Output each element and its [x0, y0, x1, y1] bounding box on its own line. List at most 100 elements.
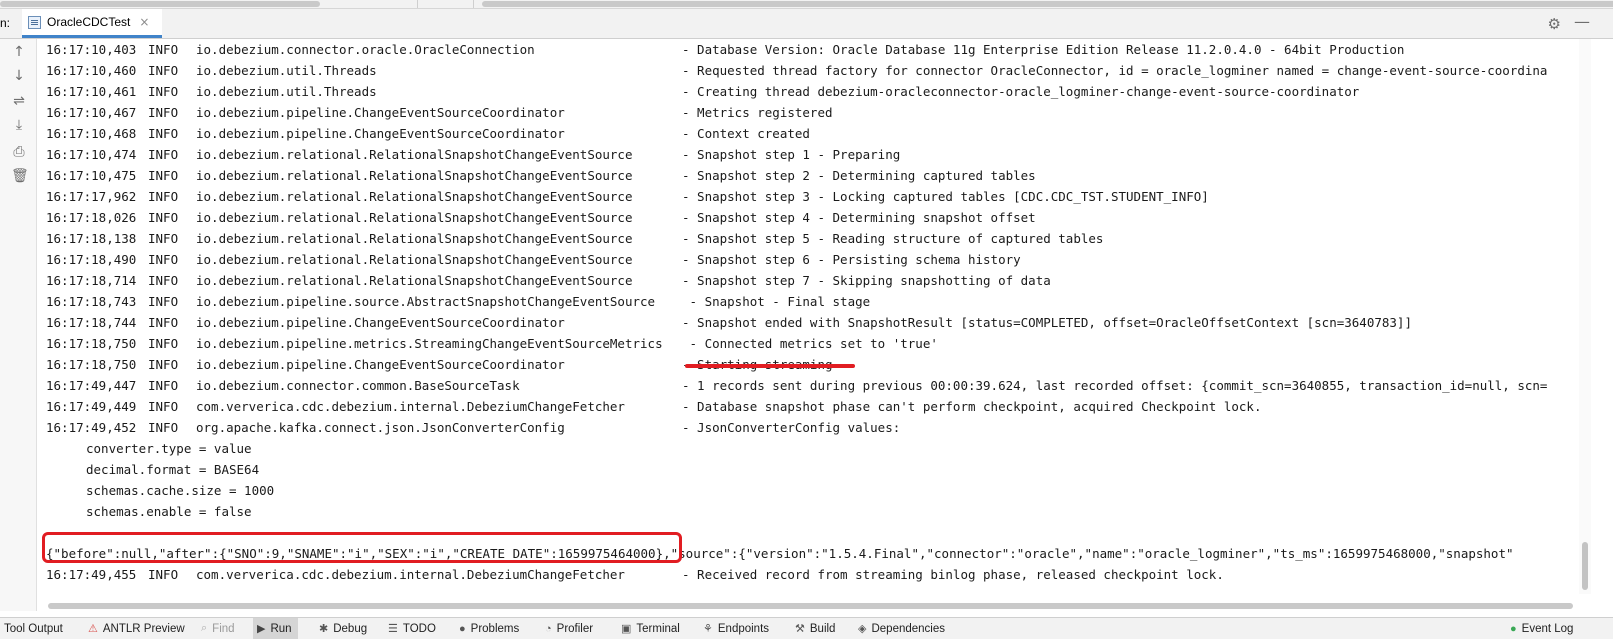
list-icon: ☰ [388, 623, 398, 635]
log-logger: io.debezium.pipeline.ChangeEventSourceCo… [196, 357, 565, 372]
log-timestamp: 16:17:49,455 [46, 567, 137, 582]
console-horizontal-scrollbar[interactable] [46, 602, 1576, 610]
log-message: - Requested thread factory for connector… [682, 63, 1548, 78]
log-logger: io.debezium.relational.RelationalSnapsho… [196, 147, 633, 162]
log-timestamp: 16:17:10,474 [46, 147, 137, 162]
log-line: 16:17:49,447 INFO io.debezium.connector.co… [46, 375, 1576, 396]
log-timestamp: 16:17:49,449 [46, 399, 137, 414]
problems-button[interactable]: ● Problems [459, 618, 519, 639]
log-line: 16:17:10,467 INFO io.debezium.pipeline.Cha… [46, 102, 1576, 123]
log-message: - Snapshot step 5 - Reading structure of… [682, 231, 1104, 246]
log-message: - Snapshot - Final stage [682, 294, 871, 309]
terminal-button[interactable]: ▣ Terminal [621, 618, 680, 639]
terminal-label: Terminal [636, 622, 680, 635]
log-logger: io.debezium.util.Threads [196, 63, 377, 78]
log-line: 16:17:49,452 INFO org.apache.kafka.connect… [46, 417, 1576, 438]
minimize-icon[interactable]: — [1574, 12, 1590, 31]
log-level: INFO [148, 84, 179, 99]
tab-oraclecdctest[interactable]: OracleCDCTest × [22, 9, 162, 38]
event-log-label: Event Log [1521, 622, 1574, 635]
log-line: 16:17:10,468 INFO io.debezium.pipeline.Cha… [46, 123, 1576, 144]
log-logger: io.debezium.pipeline.ChangeEventSourceCo… [196, 315, 565, 330]
log-message: - Snapshot step 1 - Preparing [682, 147, 901, 162]
log-logger: io.debezium.pipeline.ChangeEventSourceCo… [196, 126, 565, 141]
log-message: - Snapshot step 2 - Determining captured… [682, 168, 1036, 183]
run-window-label: n: [0, 16, 11, 30]
todo-button[interactable]: ☰ TODO [388, 618, 436, 639]
log-level: INFO [148, 189, 179, 204]
tool-output-button[interactable]: Tool Output [4, 618, 63, 639]
log-message: - Database snapshot phase can't perform … [682, 399, 1262, 414]
log-logger: io.debezium.relational.RelationalSnapsho… [196, 252, 633, 267]
upper-left-scrollbar[interactable] [0, 1, 320, 7]
dependencies-label: Dependencies [871, 622, 945, 635]
endpoints-label: Endpoints [717, 622, 770, 635]
log-logger: io.debezium.connector.common.BaseSourceT… [196, 378, 520, 393]
run-button[interactable]: ▶ Run [253, 618, 298, 639]
log-message: - Database Version: Oracle Database 11g … [682, 42, 1405, 57]
config-value: converter.type = value [86, 441, 252, 456]
search-icon: ⌕ [201, 622, 208, 634]
trash-icon[interactable]: 🗑 [11, 168, 29, 184]
console-output[interactable]: 16:17:10,403 INFO io.debezium.connector.or… [37, 39, 1578, 594]
log-level: INFO [148, 42, 179, 57]
log-logger: io.debezium.pipeline.ChangeEventSourceCo… [196, 105, 565, 120]
log-timestamp: 16:17:10,461 [46, 84, 137, 99]
print-icon[interactable]: ⎙ [11, 144, 27, 160]
antlr-preview-label: ANTLR Preview [102, 622, 185, 635]
scrollbar-thumb[interactable] [1582, 542, 1588, 590]
log-message: - Context created [682, 126, 810, 141]
log-line: 16:17:18,026 INFO io.debezium.relational.R… [46, 207, 1576, 228]
tab-label: OracleCDCTest [47, 15, 131, 29]
log-line: 16:17:18,138 INFO io.debezium.relational.R… [46, 228, 1576, 249]
log-logger: io.debezium.util.Threads [196, 84, 377, 99]
console-vertical-scrollbar[interactable] [1579, 39, 1591, 594]
profiler-label: Profiler [556, 622, 594, 635]
highlight-box [42, 532, 682, 563]
event-log-button[interactable]: ● Event Log [1510, 618, 1573, 639]
log-level: INFO [148, 399, 179, 414]
log-logger: io.debezium.pipeline.metrics.StreamingCh… [196, 336, 663, 351]
log-level: INFO [148, 294, 179, 309]
log-line: 16:17:10,461 INFO io.debezium.util.Threads… [46, 81, 1576, 102]
log-level: INFO [148, 63, 179, 78]
tool-window-bar: Tool Output ⚠ ANTLR Preview ⌕ Find ▶ Run… [0, 617, 1613, 639]
scroll-to-end-icon[interactable]: ⤓ [11, 117, 27, 133]
arrow-up-icon[interactable]: ↑ [11, 44, 27, 60]
log-timestamp: 16:17:49,447 [46, 378, 137, 393]
profiler-button[interactable]: ◔ Profiler [545, 618, 593, 639]
log-line: 16:17:49,449 INFO com.ververica.cdc.debezi… [46, 396, 1576, 417]
log-message: - Snapshot step 4 - Determining snapshot… [682, 210, 1036, 225]
dependencies-button[interactable]: ◈ Dependencies [858, 618, 945, 639]
upper-right-scrollbar[interactable] [482, 1, 1613, 7]
pane-divider [417, 0, 418, 8]
gear-icon[interactable]: ⚙ [1548, 15, 1561, 33]
log-message: - Metrics registered [682, 105, 833, 120]
log-timestamp: 16:17:10,460 [46, 63, 137, 78]
log-timestamp: 16:17:18,138 [46, 231, 137, 246]
find-label: Find [212, 622, 235, 635]
close-icon[interactable]: × [139, 15, 149, 29]
log-level: INFO [148, 168, 179, 183]
arrow-down-icon[interactable]: ↓ [11, 68, 27, 84]
endpoints-button[interactable]: ⚘ Endpoints [703, 618, 769, 639]
log-message: - 1 records sent during previous 00:00:3… [682, 378, 1548, 393]
log-timestamp: 16:17:18,744 [46, 315, 137, 330]
log-logger: io.debezium.connector.oracle.OracleConne… [196, 42, 535, 57]
pane-divider [473, 0, 474, 8]
scrollbar-thumb[interactable] [48, 603, 1573, 609]
todo-label: TODO [402, 622, 436, 635]
find-button[interactable]: ⌕ Find [201, 618, 235, 639]
highlight-underline [685, 364, 855, 368]
log-timestamp: 16:17:18,490 [46, 252, 137, 267]
hammer-icon: ⚒ [795, 623, 805, 635]
config-value: schemas.cache.size = 1000 [86, 483, 275, 498]
soft-wrap-icon[interactable]: ⇌ [11, 93, 27, 109]
log-timestamp: 16:17:10,467 [46, 105, 137, 120]
debug-button[interactable]: ✱ Debug [319, 618, 367, 639]
run-label: Run [270, 622, 292, 635]
build-button[interactable]: ⚒ Build [795, 618, 835, 639]
debug-label: Debug [333, 622, 368, 635]
antlr-preview-button[interactable]: ⚠ ANTLR Preview [88, 618, 185, 639]
log-logger: io.debezium.relational.RelationalSnapsho… [196, 189, 633, 204]
